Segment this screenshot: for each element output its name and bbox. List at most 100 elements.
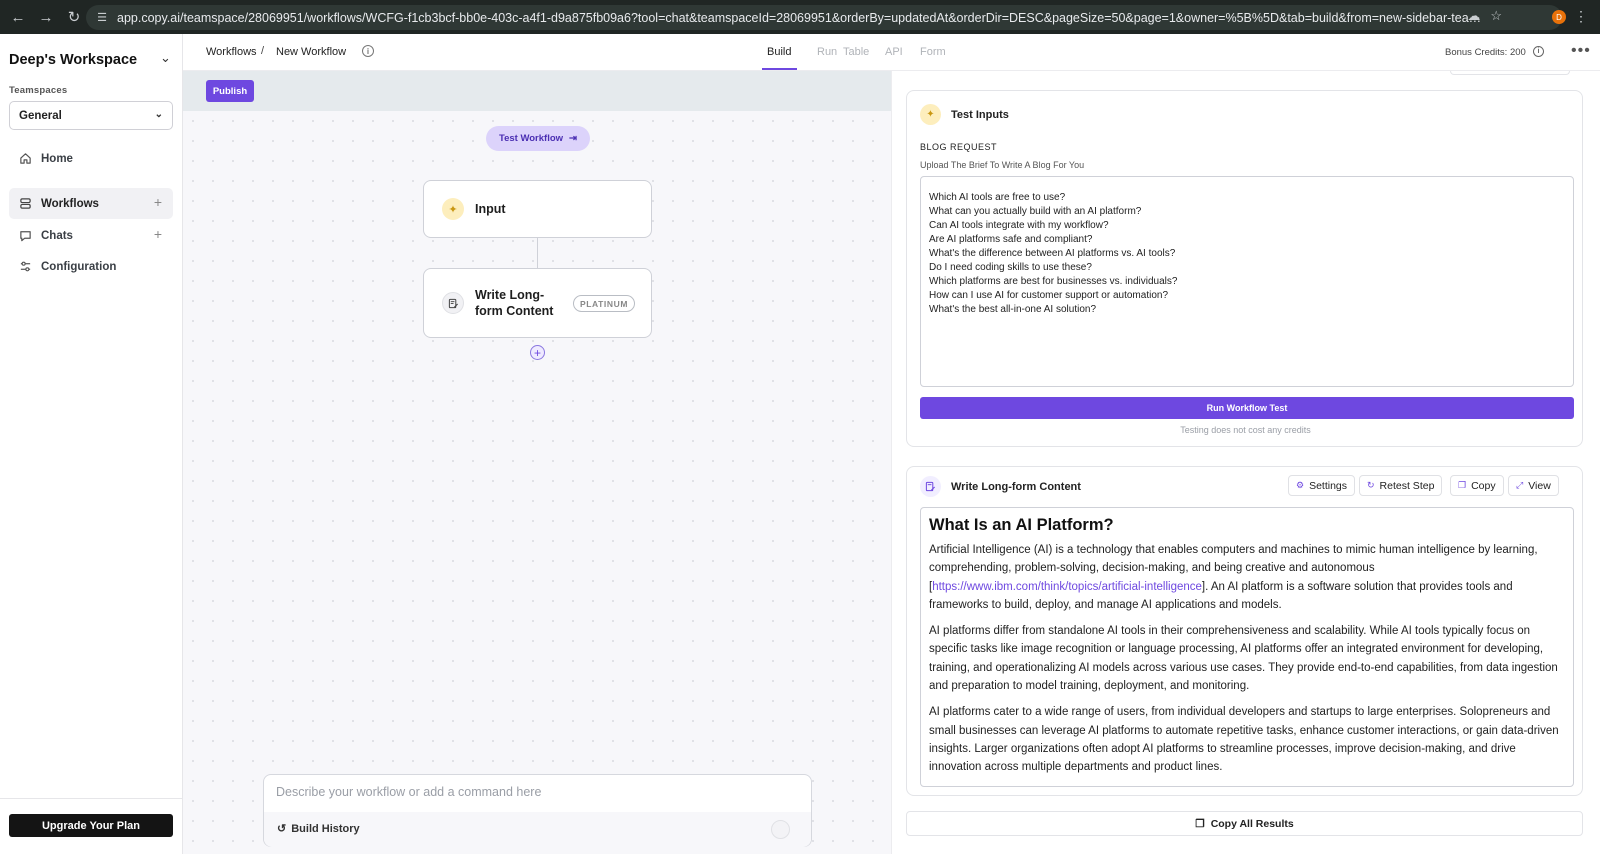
result-content: What Is an AI Platform? Artificial Intel… (920, 507, 1574, 787)
field-label: BLOG REQUEST (920, 142, 998, 152)
workflow-header: Workflows / New Workflow i Build Run Tab… (183, 34, 1600, 71)
article-paragraph: Artificial Intelligence (AI) is a techno… (929, 541, 1565, 614)
browser-menu-icon[interactable]: ⋮ (1574, 8, 1588, 25)
reload-icon[interactable]: ↻ (62, 5, 86, 29)
sidebar-item-label: Chats (41, 229, 73, 242)
command-footer: ↺ Build History (264, 812, 811, 847)
field-description: Upload The Brief To Write A Blog For You (920, 160, 1085, 170)
question-line: What's the difference between AI platfor… (929, 248, 1176, 259)
bookmark-star-icon[interactable]: ☆ (1490, 8, 1502, 24)
card-title: Write Long-form Content (951, 481, 1081, 493)
sidebar-item-home[interactable]: Home (9, 143, 173, 174)
active-tab-indicator (762, 68, 797, 70)
sidebar-item-chats[interactable]: Chats + (9, 220, 173, 251)
history-icon: ↺ (277, 823, 287, 835)
sidebar-item-label: Workflows (41, 197, 99, 210)
card-title: Test Inputs (951, 109, 1009, 121)
button-label: View (1528, 479, 1551, 492)
url-text[interactable]: app.copy.ai/teamspace/28069951/workflows… (117, 11, 1487, 25)
button-label: Settings (1309, 479, 1348, 492)
chevron-down-icon[interactable]: ⌄ (160, 50, 171, 66)
build-history-label: Build History (291, 822, 360, 835)
chat-icon (18, 229, 32, 243)
info-icon[interactable]: i (362, 45, 374, 57)
sidebar-item-workflows[interactable]: Workflows + (9, 188, 173, 219)
tab-build[interactable]: Build (767, 46, 791, 58)
write-longform-node[interactable]: Write Long-form Content PLATINUM (423, 268, 652, 338)
button-label: Copy (1471, 479, 1496, 492)
tab-form[interactable]: Form (920, 46, 946, 58)
panel-top-edge (1450, 71, 1570, 75)
test-panel: ✦ Test Inputs BLOG REQUEST Upload The Br… (891, 71, 1600, 854)
workflow-canvas[interactable]: Publish Test Workflow ⇥ ✦ Input Write Lo… (183, 71, 891, 854)
expand-icon: ⤢ (1516, 480, 1524, 490)
tab-run[interactable]: Run (817, 46, 837, 58)
bonus-credits: Bonus Credits: 200 (1445, 47, 1526, 58)
info-icon[interactable]: i (1533, 46, 1544, 57)
node-connector (537, 238, 538, 268)
breadcrumb-separator: / (261, 45, 265, 57)
tab-api[interactable]: API (885, 46, 903, 58)
source-link[interactable]: https://www.ibm.com/think/topics/artific… (932, 581, 1202, 593)
spark-icon: ✦ (920, 104, 941, 125)
teamspaces-label: Teamspaces (9, 85, 68, 96)
copy-icon: ❐ (1195, 817, 1205, 830)
teamspace-selected: General (19, 109, 62, 122)
profile-avatar[interactable]: D (1552, 10, 1566, 24)
home-icon (18, 152, 32, 166)
article-paragraph: AI platforms cater to a wide range of us… (929, 706, 1559, 774)
question-line: What can you actually build with an AI p… (929, 206, 1142, 217)
install-app-icon[interactable]: ☁ (1467, 8, 1480, 24)
arrow-to-panel-icon: ⇥ (569, 133, 577, 144)
button-label: Copy All Results (1210, 817, 1294, 830)
breadcrumb-workflows[interactable]: Workflows (206, 46, 257, 58)
no-cost-note: Testing does not cost any credits (1180, 425, 1311, 435)
copy-all-results-button[interactable]: ❐ Copy All Results (906, 811, 1583, 836)
copy-button[interactable]: ❐ Copy (1450, 475, 1504, 496)
teamspace-select[interactable]: General ⌄ (9, 101, 173, 130)
input-node[interactable]: ✦ Input (423, 180, 652, 238)
sidebar-item-configuration[interactable]: Configuration (9, 251, 173, 282)
question-line: Are AI platforms safe and compliant? (929, 234, 1093, 245)
forward-icon[interactable]: → (34, 5, 58, 29)
blog-request-textarea[interactable]: Which AI tools are free to use? What can… (920, 176, 1574, 387)
view-button[interactable]: ⤢ View (1508, 475, 1559, 496)
command-box[interactable]: Describe your workflow or add a command … (263, 774, 812, 847)
more-options-icon[interactable]: ••• (1571, 42, 1591, 60)
publish-button[interactable]: Publish (206, 80, 254, 102)
address-bar[interactable]: ☰ app.copy.ai/teamspace/28069951/workflo… (86, 5, 1562, 30)
breadcrumb-current[interactable]: New Workflow (276, 46, 346, 58)
edit-document-icon (442, 292, 464, 314)
question-line: Can AI tools integrate with my workflow? (929, 220, 1109, 231)
gear-icon: ⚙ (1296, 480, 1305, 490)
question-line: Which AI tools are free to use? (929, 192, 1066, 203)
sidebar-item-label: Home (41, 152, 73, 165)
article-paragraph: AI platforms differ from standalone AI t… (929, 625, 1558, 693)
question-line: What's the best all-in-one AI solution? (929, 304, 1097, 315)
add-workflow-icon[interactable]: + (154, 194, 162, 210)
run-workflow-test-button[interactable]: Run Workflow Test (920, 397, 1574, 419)
question-line: How can I use AI for customer support or… (929, 290, 1169, 301)
article-heading: What Is an AI Platform? (929, 516, 1114, 534)
test-workflow-button[interactable]: Test Workflow ⇥ (486, 126, 590, 151)
add-chat-icon[interactable]: + (154, 226, 162, 242)
send-button[interactable] (771, 820, 790, 839)
back-icon[interactable]: ← (6, 5, 30, 29)
command-input[interactable]: Describe your workflow or add a command … (276, 785, 541, 799)
retest-step-button[interactable]: ↻ Retest Step (1359, 475, 1443, 496)
spark-icon: ✦ (442, 198, 464, 220)
site-settings-icon[interactable]: ☰ (95, 11, 109, 25)
copy-icon: ❐ (1458, 480, 1467, 490)
sliders-icon (18, 260, 32, 274)
workflows-icon (18, 197, 32, 211)
tab-table[interactable]: Table (843, 46, 869, 58)
sidebar: Deep's Workspace ⌄ Teamspaces General ⌄ … (0, 34, 183, 854)
add-node-icon[interactable]: + (530, 345, 545, 360)
publish-bar: Publish (183, 71, 891, 111)
build-history-button[interactable]: ↺ Build History (277, 822, 360, 836)
edit-document-icon (920, 476, 941, 497)
settings-button[interactable]: ⚙ Settings (1288, 475, 1356, 496)
upgrade-plan-button[interactable]: Upgrade Your Plan (9, 814, 173, 837)
workspace-name[interactable]: Deep's Workspace (9, 52, 137, 68)
button-label: Retest Step (1379, 479, 1435, 492)
